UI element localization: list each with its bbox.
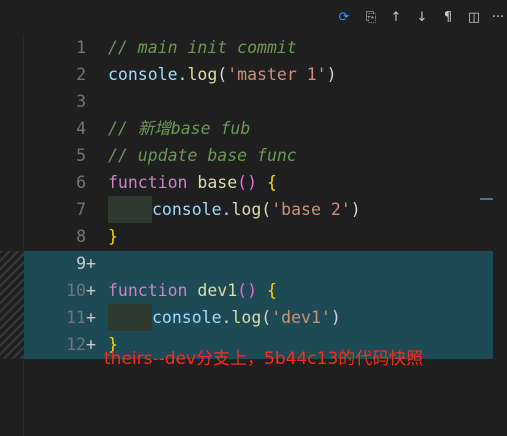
code-token: log (231, 308, 262, 327)
code-text: function base() { (108, 169, 277, 196)
code-line[interactable]: 9 + (24, 250, 493, 277)
annotation-text: theirs--dev分支上，5b44c13的代码快照 (104, 349, 424, 369)
line-number: 11 (66, 308, 86, 327)
code-token: { (266, 173, 277, 192)
code-token: . (221, 200, 232, 219)
code-token: 'dev1' (271, 308, 331, 327)
code-token: ( (261, 308, 272, 327)
line-number: 2 (76, 65, 86, 84)
indent-guide (108, 196, 152, 223)
line-number: 5 (76, 146, 86, 165)
code-token: . (177, 65, 188, 84)
code-text: // update base func (108, 142, 297, 169)
code-token: log (231, 200, 262, 219)
code-line[interactable]: 7 console.log('base 2') (24, 196, 493, 223)
code-token: 'master 1' (227, 65, 327, 84)
source-control-sync-icon[interactable]: ⟳ (335, 8, 353, 26)
code-text: // 新增base fub (108, 115, 250, 142)
more-icon[interactable]: ··· (489, 8, 507, 26)
code-token: console (152, 200, 222, 219)
code-token: ( (261, 200, 272, 219)
code-token: function (108, 281, 188, 300)
insertion-plus-marker: + (86, 308, 96, 327)
code-token: . (221, 308, 232, 327)
vertical-scrollbar[interactable] (493, 34, 507, 436)
code-line[interactable]: 2 console.log('master 1') (24, 61, 493, 88)
line-number: 12 (66, 335, 86, 354)
line-number: 8 (76, 227, 86, 246)
code-line[interactable]: 10 + function dev1() { (24, 277, 493, 304)
diff-gutter (0, 34, 24, 436)
line-number: 10 (66, 281, 86, 300)
code-editor[interactable]: 1// main init commit 2 console.log('master… (0, 34, 507, 436)
code-token: { (266, 281, 277, 300)
line-number: 6 (76, 173, 86, 192)
line-number: 4 (76, 119, 86, 138)
code-line[interactable]: 1 // main init commit (24, 34, 493, 61)
code-line[interactable]: 6 function base() { (24, 169, 493, 196)
line-number: 7 (76, 200, 86, 219)
code-line[interactable]: 3 (24, 88, 493, 115)
code-line[interactable]: 4 // 新增base fub (24, 115, 493, 142)
indent-guide (108, 304, 152, 331)
arrow-down-icon[interactable]: ↓ (413, 8, 431, 26)
code-text: function dev1() { (108, 277, 277, 304)
code-token: log (187, 65, 218, 84)
code-text: } (108, 223, 118, 250)
code-token: dev1 (197, 281, 238, 300)
code-text: // main init commit (108, 34, 297, 61)
code-text: console.log('master 1') (108, 61, 337, 88)
line-number: 3 (76, 92, 86, 111)
code-token: console (152, 308, 222, 327)
line-number: 9 (76, 254, 86, 273)
split-editor-icon[interactable]: ◫ (465, 8, 483, 26)
code-line[interactable]: 11 + console.log('dev1') (24, 304, 493, 331)
code-token: ) (330, 308, 341, 327)
pilcrow-icon[interactable]: ¶ (439, 8, 457, 26)
code-token: } (108, 227, 118, 246)
code-text: console.log('dev1') (108, 304, 341, 331)
code-text: console.log('base 2') (108, 196, 361, 223)
code-token: console (108, 65, 178, 84)
overview-ruler-marker (480, 198, 493, 200)
editor-toolbar: ⟳ ⎘ ↑ ↓ ¶ ◫ ··· (0, 0, 507, 34)
code-token: ( (217, 65, 228, 84)
diff-hatch-marker (0, 251, 24, 359)
code-token: ) (350, 200, 361, 219)
code-line[interactable]: 5 // update base func (24, 142, 493, 169)
code-line[interactable]: 8} (24, 223, 493, 250)
code-token: base (197, 173, 238, 192)
insertion-plus-marker: + (86, 281, 96, 300)
code-token: // update base func (108, 146, 297, 165)
code-token: ) (326, 65, 337, 84)
insertion-plus-marker: + (86, 254, 96, 273)
code-token: () (237, 281, 258, 300)
insertion-plus-marker: + (86, 335, 96, 354)
code-token: // 新增base fub (108, 119, 251, 138)
code-token: () (237, 173, 258, 192)
code-token: // main init commit (108, 38, 297, 57)
arrow-up-icon[interactable]: ↑ (387, 8, 405, 26)
line-number: 1 (76, 38, 86, 57)
code-token: function (108, 173, 188, 192)
code-token: 'base 2' (271, 200, 351, 219)
open-file-icon[interactable]: ⎘ (362, 8, 380, 26)
